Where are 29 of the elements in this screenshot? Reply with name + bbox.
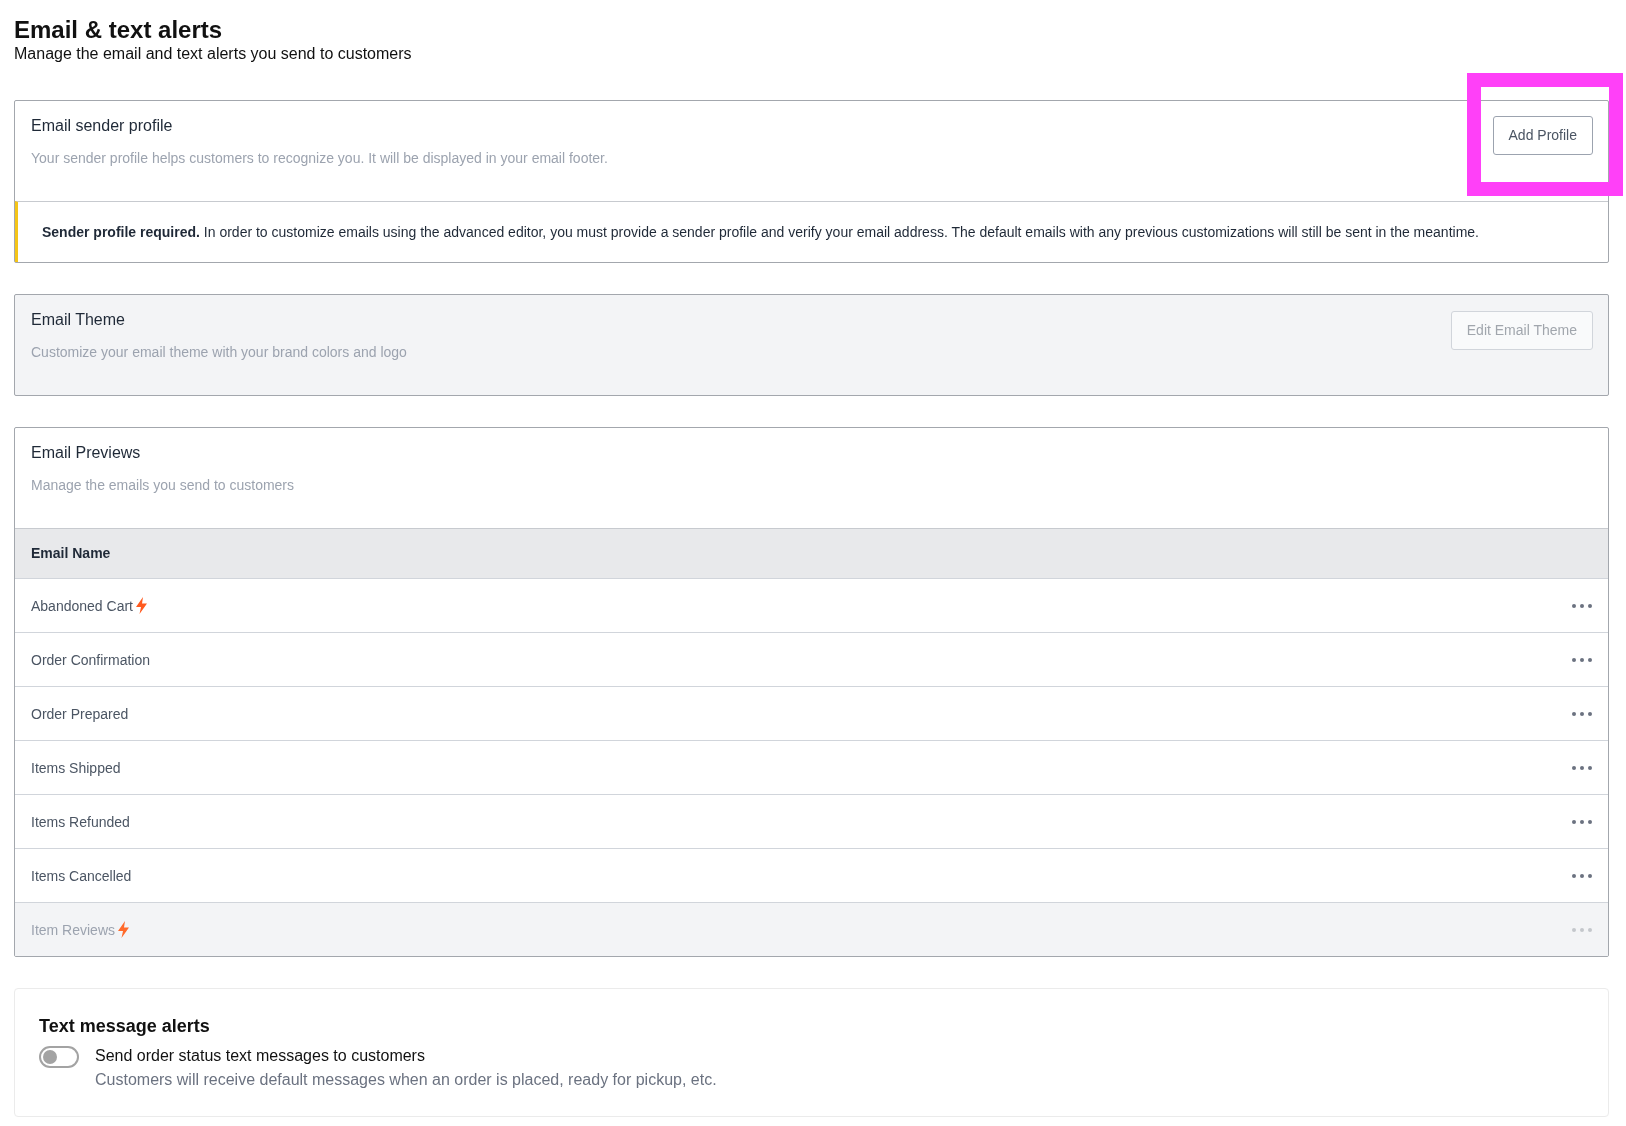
alert-message: Sender profile required. In order to customize emails using the advanced editor, you must provide a sender profile and verify your email address. The default emails with any previous customizations will still be sent in the meantime. bbox=[42, 223, 1479, 242]
more-icon bbox=[1572, 603, 1592, 608]
more-icon bbox=[1572, 657, 1592, 662]
more-icon bbox=[1572, 873, 1592, 878]
toggle-switch[interactable] bbox=[39, 1046, 79, 1068]
section-description: Customize your email theme with your brand colors and logo bbox=[31, 343, 407, 362]
email-name: Order Prepared bbox=[31, 704, 129, 724]
section-title: Text message alerts bbox=[39, 1015, 210, 1038]
email-name: Items Shipped bbox=[31, 758, 121, 778]
more-icon bbox=[1572, 819, 1592, 824]
email-name: Items Cancelled bbox=[31, 866, 132, 886]
email-name: Item Reviews bbox=[31, 920, 116, 940]
section-title: Email Theme bbox=[31, 310, 125, 330]
page-subtitle: Manage the email and text alerts you send to customers bbox=[14, 44, 412, 64]
email-name: Abandoned Cart bbox=[31, 596, 133, 616]
page-title: Email & text alerts bbox=[14, 16, 223, 44]
toggle-description: Customers will receive default messages when an order is placed, ready for pickup, etc. bbox=[95, 1070, 717, 1090]
section-description: Your sender profile helps customers to recognize you. It will be displayed in your email footer. bbox=[31, 149, 608, 168]
column-header: Email Name bbox=[31, 544, 111, 563]
section-title: Email sender profile bbox=[31, 116, 173, 136]
email-name: Items Refunded bbox=[31, 812, 130, 832]
section-description: Manage the emails you send to customers bbox=[31, 476, 295, 495]
more-icon bbox=[1572, 711, 1592, 716]
more-icon bbox=[1572, 927, 1592, 932]
email-name: Order Confirmation bbox=[31, 650, 151, 670]
section-title: Email Previews bbox=[31, 443, 141, 463]
add-profile-button[interactable]: Add Profile bbox=[1492, 116, 1593, 155]
more-icon bbox=[1572, 765, 1592, 770]
toggle-label: Send order status text messages to customers bbox=[95, 1046, 425, 1066]
